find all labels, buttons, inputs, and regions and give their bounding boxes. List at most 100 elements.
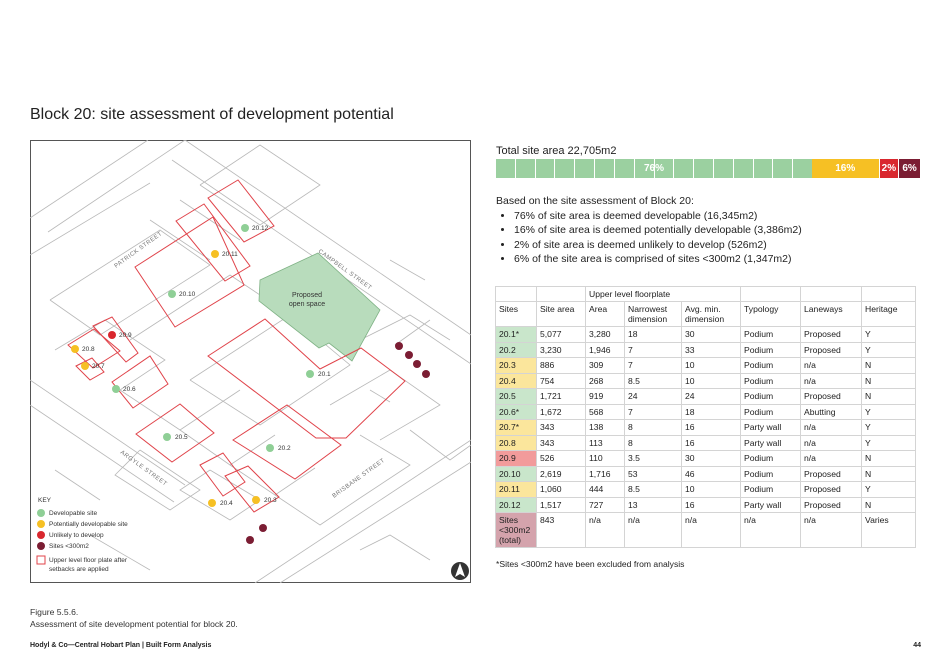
bar-small-sites: 6% <box>898 159 920 178</box>
table-cell: 13 <box>624 496 682 513</box>
site-id-cell: 20.2 <box>495 341 537 358</box>
table-cell: 843 <box>536 512 586 548</box>
site-id-cell: 20.9 <box>495 450 537 467</box>
site-area-bar: 76% 16% 2% 6% <box>496 159 920 178</box>
table-cell: 526 <box>536 450 586 467</box>
table-row: 20.1* 5,077 3,280 18 30 Podium Proposed Y <box>495 326 916 343</box>
group-header: Upper level floorplate <box>585 286 741 302</box>
key-unlikely: Unlikely to develop <box>49 532 104 539</box>
table-cell: n/a <box>800 434 862 451</box>
table-cell: 33 <box>681 341 741 358</box>
table-cell: 24 <box>624 388 682 405</box>
key-potential: Potentially developable site <box>49 521 128 528</box>
table-cell: Proposed <box>800 326 862 343</box>
key-outline-1: Upper level floor plate after <box>49 557 128 564</box>
site-id-cell: 20.12 <box>495 496 537 513</box>
table-cell: 138 <box>585 419 625 436</box>
site-label: 20.12 <box>252 225 269 232</box>
table-cell: 16 <box>681 434 741 451</box>
table-cell: Proposed <box>800 341 862 358</box>
table-cell: 53 <box>624 465 682 482</box>
table-cell: 2,619 <box>536 465 586 482</box>
table-cell: Podium <box>740 388 801 405</box>
table-cell: 24 <box>681 388 741 405</box>
table-cell: Y <box>861 481 916 498</box>
site-label: 20.5 <box>175 434 188 441</box>
site-id-cell: 20.4 <box>495 372 537 389</box>
table-cell: 30 <box>681 326 741 343</box>
key-outline-2: setbacks are applied <box>49 566 109 573</box>
table-row: 20.12 1,517 727 13 16 Party wall Proposed N <box>495 496 916 513</box>
column-header: Area <box>585 301 625 327</box>
table-row: 20.10 2,619 1,716 53 46 Podium Proposed N <box>495 465 916 482</box>
site-id-cell: 20.6* <box>495 403 537 420</box>
table-cell: 1,716 <box>585 465 625 482</box>
table-row: 20.2 3,230 1,946 7 33 Podium Proposed Y <box>495 341 916 358</box>
page-footer: Hodyl & Co—Central Hobart Plan | Built F… <box>30 642 212 649</box>
table-cell: Varies <box>861 512 916 548</box>
site-id-cell: Sites <300m2 (total) <box>495 512 537 548</box>
table-cell: n/a <box>800 512 862 548</box>
table-cell: 343 <box>536 419 586 436</box>
summary-item: 16% of site area is deemed potentially d… <box>514 223 802 238</box>
table-cell: Podium <box>740 450 801 467</box>
site-label: 20.3 <box>264 497 277 504</box>
bar-unlikely: 2% <box>878 159 899 178</box>
table-cell: Podium <box>740 481 801 498</box>
total-site-area: Total site area 22,705m2 <box>496 145 617 157</box>
table-cell: Podium <box>740 341 801 358</box>
table-cell: n/a <box>800 357 862 374</box>
table-cell: 919 <box>585 388 625 405</box>
table-cell: 727 <box>585 496 625 513</box>
site-marker-20-3[interactable]: 20.3 <box>252 496 277 504</box>
table-cell: Y <box>861 403 916 420</box>
table-cell: Y <box>861 419 916 436</box>
table-cell: 268 <box>585 372 625 389</box>
site-marker-20-9[interactable]: 20.9 <box>108 331 132 339</box>
site-marker-20-8[interactable]: 20.8 <box>71 345 95 353</box>
table-cell: N <box>861 357 916 374</box>
table-cell: 1,946 <box>585 341 625 358</box>
site-marker-20-4[interactable]: 20.4 <box>208 499 233 507</box>
table-cell: n/a <box>800 419 862 436</box>
column-header: Heritage <box>861 301 916 327</box>
site-table: Upper level floorplate Sites Site area A… <box>495 286 916 548</box>
site-marker-20-10[interactable]: 20.10 <box>168 290 196 298</box>
site-marker-20-12[interactable]: 20.12 <box>241 224 269 232</box>
table-cell: 1,721 <box>536 388 586 405</box>
site-label: 20.1 <box>318 371 331 378</box>
table-cell: 1,060 <box>536 481 586 498</box>
table-cell: 7 <box>624 403 682 420</box>
site-label: 20.11 <box>222 251 238 258</box>
site-marker-20-11[interactable]: 20.11 <box>211 250 238 258</box>
site-marker-20-2[interactable]: 20.2 <box>266 444 291 452</box>
table-cell: Y <box>861 434 916 451</box>
site-label: 20.10 <box>179 291 196 298</box>
table-cell: 18 <box>624 326 682 343</box>
table-cell: 1,672 <box>536 403 586 420</box>
open-space-label: open space <box>289 301 325 308</box>
table-cell: n/a <box>800 372 862 389</box>
table-footnote: *Sites <300m2 have been excluded from an… <box>496 559 685 569</box>
table-row: 20.3 886 309 7 10 Podium n/a N <box>495 357 916 374</box>
site-marker-20-5[interactable]: 20.5 <box>163 433 188 441</box>
bar-label: 6% <box>902 163 917 174</box>
site-marker-20-1[interactable]: 20.1 <box>306 370 331 378</box>
summary-intro: Based on the site assessment of Block 20… <box>496 195 694 207</box>
table-row: 20.9 526 110 3.5 30 Podium n/a N <box>495 450 916 467</box>
site-marker-20-6[interactable]: 20.6 <box>112 385 136 393</box>
summary-item: 76% of site area is deemed developable (… <box>514 209 802 224</box>
site-id-cell: 20.3 <box>495 357 537 374</box>
site-marker-20-7[interactable]: 20.7 <box>81 362 105 370</box>
table-row: Sites <300m2 (total) 843 n/a n/a n/a n/a n/a Va… <box>495 512 916 548</box>
table-cell: n/a <box>800 450 862 467</box>
figure-caption: Figure 5.5.6. Assessment of site develop… <box>30 606 238 630</box>
column-header: Typology <box>740 301 801 327</box>
page-number: 44 <box>913 642 921 649</box>
table-cell: 568 <box>585 403 625 420</box>
table-cell: Proposed <box>800 465 862 482</box>
bar-label: 76% <box>643 163 664 174</box>
bar-label: 2% <box>881 163 897 174</box>
table-cell: N <box>861 372 916 389</box>
site-label: 20.9 <box>119 332 132 339</box>
